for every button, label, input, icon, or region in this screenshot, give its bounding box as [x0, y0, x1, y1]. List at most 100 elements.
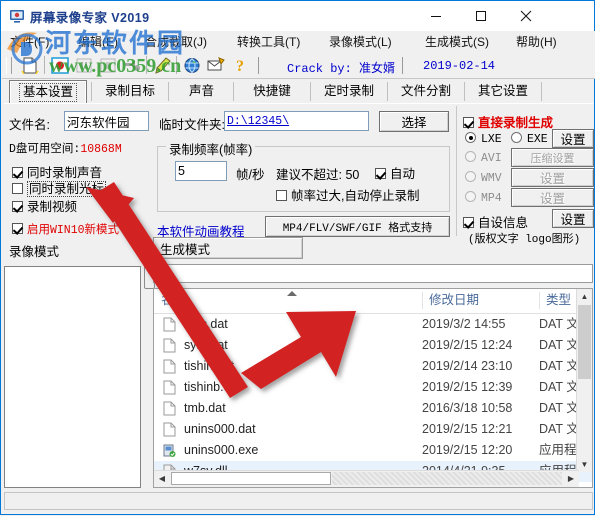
new-file-icon[interactable] [20, 56, 40, 75]
vertical-scroll-thumb[interactable] [578, 305, 591, 379]
basic-settings-panel: 文件名: 临时文件夹: 选择 D盘可用空间:10868M 同时录制声音 同时录制… [4, 103, 594, 246]
tab-other-settings[interactable]: 其它设置 [469, 80, 537, 103]
tab-record-target[interactable]: 录制目标 [96, 80, 164, 103]
close-button[interactable] [503, 1, 548, 30]
radio-wmv-dot[interactable] [465, 171, 476, 182]
column-header-name[interactable]: 名称 [154, 289, 422, 312]
menu-item-file[interactable]: 文件(F) [7, 34, 52, 51]
radio-avi-label: AVI [481, 152, 502, 165]
radio-lxe-dot[interactable] [465, 132, 476, 143]
record-icon[interactable] [50, 56, 70, 75]
mail-icon[interactable] [206, 56, 226, 75]
disk-space-label: D盘可用空间:10868M [9, 140, 122, 156]
table-row[interactable]: sym.dat 2019/2/15 12:24 DAT 文 [154, 335, 592, 356]
file-icon [163, 317, 176, 332]
framerate-unit-label: 帧/秒 [236, 168, 265, 182]
pause-icon [98, 56, 118, 75]
maximize-button[interactable] [458, 1, 503, 30]
menu-item-convert[interactable]: 转换工具(T) [234, 34, 303, 51]
radio-exe[interactable]: EXE [511, 132, 548, 146]
checkbox-auto-framerate-box[interactable] [375, 168, 386, 179]
framerate-input[interactable] [175, 161, 227, 181]
column-header-date[interactable]: 修改日期 [422, 289, 539, 312]
table-row[interactable]: tmb.dat 2016/3/18 10:58 DAT 文 [154, 398, 592, 419]
toolbar-grip[interactable] [6, 57, 12, 74]
vertical-scrollbar[interactable]: ▲ ▼ [576, 289, 592, 472]
file-name: unins000.dat [184, 422, 256, 436]
framerate-hint-label: 建议不超过: 50 [276, 164, 359, 183]
table-row[interactable]: tishinb.dat 2019/2/15 12:39 DAT 文 [154, 377, 592, 398]
menu-item-help[interactable]: 帮助(H) [513, 34, 560, 51]
tab-file-split[interactable]: 文件分割 [392, 80, 460, 103]
tab-basic-settings[interactable]: 基本设置 [9, 80, 87, 105]
scroll-up-icon[interactable]: ▲ [577, 289, 592, 304]
format-support-button[interactable]: MP4/FLV/SWF/GIF 格式支持 [265, 216, 450, 237]
checkbox-stop-on-overrate[interactable]: 帧率过大,自动停止录制 [276, 185, 419, 204]
table-row[interactable]: setc.dat 2019/3/2 14:55 DAT 文 [154, 314, 592, 335]
disk-space-value: 10868M [80, 143, 122, 156]
menu-item-edit[interactable]: 编辑(E) [75, 34, 121, 51]
radio-exe-dot[interactable] [511, 132, 522, 143]
scroll-left-icon[interactable]: ◀ [154, 471, 170, 486]
checkbox-record-cursor-box[interactable] [12, 183, 23, 194]
menu-item-recordmode[interactable]: 录像模式(L) [326, 34, 395, 51]
checkbox-win10-mode-box[interactable] [12, 223, 23, 234]
checkbox-direct-record[interactable]: 直接录制生成 [463, 112, 553, 131]
menu-item-genmode[interactable]: 生成模式(S) [422, 34, 492, 51]
disk-space-text: D盘可用空间: [9, 143, 81, 156]
horizontal-scrollbar[interactable]: ◀ ▶ [154, 470, 579, 487]
checkbox-auto-framerate[interactable]: 自动 [375, 163, 415, 182]
file-icon [163, 422, 176, 437]
lxe-settings-button[interactable]: 设置 [552, 129, 594, 148]
filename-input[interactable] [64, 111, 149, 131]
checkbox-custom-info[interactable]: 自设信息 [463, 212, 528, 231]
checkbox-record-cursor[interactable]: 同时录制光标 [12, 178, 107, 197]
edit-pen-icon[interactable] [152, 56, 172, 75]
globe-icon[interactable] [182, 56, 202, 75]
minimize-button[interactable] [413, 1, 458, 30]
table-row[interactable]: tishin.dat 2019/2/14 23:10 DAT 文 [154, 356, 592, 377]
tab-timed-record[interactable]: 定时录制 [315, 80, 383, 103]
horizontal-scroll-track[interactable] [332, 472, 562, 485]
toolbar-separator [44, 56, 45, 74]
radio-avi-dot[interactable] [465, 151, 476, 162]
tab-separator-7 [541, 82, 542, 101]
help-icon[interactable]: ? [230, 56, 250, 75]
tab-separator-6 [464, 82, 465, 101]
record-mode-list[interactable] [4, 266, 141, 488]
menu-item-capture[interactable]: 合成截取(J) [142, 34, 210, 51]
horizontal-scroll-thumb[interactable] [171, 472, 331, 485]
checkbox-stop-on-overrate-box[interactable] [276, 190, 287, 201]
scroll-right-icon[interactable]: ▶ [563, 471, 579, 486]
checkbox-direct-record-box[interactable] [463, 117, 474, 128]
custom-info-settings-button[interactable]: 设置 [552, 209, 594, 228]
radio-wmv[interactable]: WMV [465, 171, 502, 185]
tempdir-input[interactable] [224, 111, 369, 131]
choose-folder-button[interactable]: 选择 [379, 111, 449, 132]
file-name: tishin.dat [184, 359, 235, 373]
scroll-down-icon[interactable]: ▼ [577, 457, 592, 472]
radio-mp4-dot[interactable] [465, 191, 476, 202]
checkbox-record-audio-box[interactable] [12, 167, 23, 178]
file-list[interactable]: 名称 修改日期 类型 setc.dat 2019/3/2 14:55 DAT 文… [153, 288, 593, 488]
radio-lxe[interactable]: LXE [465, 132, 502, 146]
tab-separator-1 [91, 82, 92, 101]
path-input[interactable] [153, 264, 593, 283]
file-icon [163, 380, 176, 395]
tab-sound[interactable]: 声音 [174, 80, 229, 103]
checkbox-record-video-label: 录制视频 [27, 200, 78, 214]
checkbox-custom-info-box[interactable] [463, 217, 474, 228]
table-row[interactable]: unins000.exe 2019/2/15 12:20 应用程 [154, 440, 592, 461]
checkbox-record-video[interactable]: 录制视频 [12, 196, 77, 215]
tab-separator-3 [233, 82, 234, 101]
radio-avi[interactable]: AVI [465, 151, 502, 165]
table-row[interactable]: unins000.dat 2019/2/15 12:21 DAT 文 [154, 419, 592, 440]
tab-hotkeys[interactable]: 快捷键 [238, 80, 306, 103]
checkbox-stop-on-overrate-label: 帧率过大,自动停止录制 [291, 189, 420, 203]
stop-icon [74, 56, 94, 75]
checkbox-win10-mode[interactable]: 启用WIN10新模式 [12, 221, 119, 237]
radio-exe-label: EXE [527, 133, 548, 146]
radio-mp4[interactable]: MP4 [465, 191, 502, 205]
checkbox-record-video-box[interactable] [12, 201, 23, 212]
generate-mode-button[interactable]: 生成模式 [153, 237, 303, 259]
